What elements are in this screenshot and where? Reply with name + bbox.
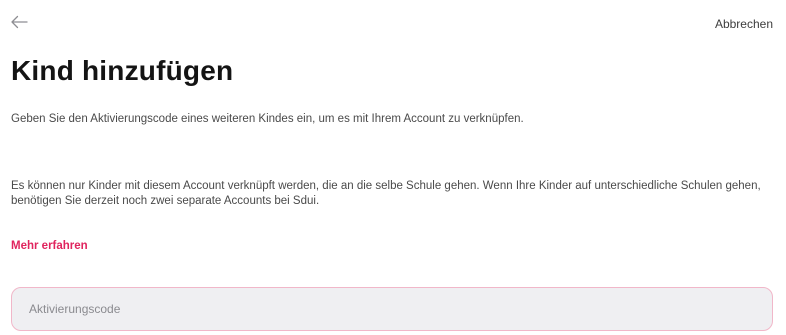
add-child-screen: Abbrechen Kind hinzufügen Geben Sie den … — [0, 0, 786, 335]
arrow-left-icon — [11, 15, 28, 29]
intro-text: Geben Sie den Aktivierungscode eines wei… — [11, 113, 524, 125]
info-text: Es können nur Kinder mit diesem Account … — [11, 180, 761, 207]
cancel-button[interactable]: Abbrechen — [715, 17, 773, 31]
activation-code-field — [11, 287, 773, 331]
top-bar: Abbrechen — [10, 10, 776, 34]
activation-code-input[interactable] — [12, 288, 772, 330]
back-button[interactable] — [10, 10, 38, 34]
learn-more-link[interactable]: Mehr erfahren — [11, 240, 88, 252]
page-title: Kind hinzufügen — [11, 55, 234, 86]
